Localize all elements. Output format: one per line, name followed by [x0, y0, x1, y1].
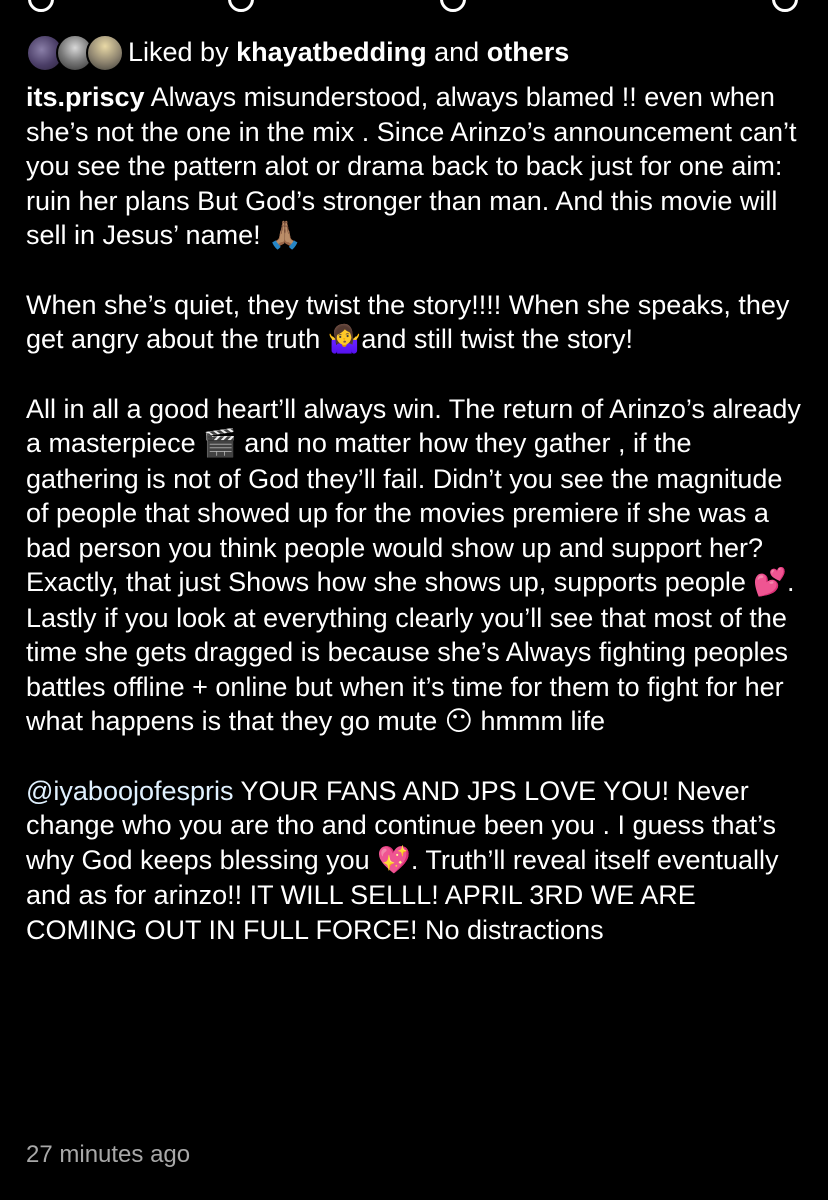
post-timestamp: 27 minutes ago [26, 1141, 191, 1168]
sparkling-heart-emoji-icon: 💖 [377, 844, 411, 876]
carousel-dot-icon [440, 0, 466, 12]
shrugging-emoji-icon: 🤷‍♀️ [327, 324, 362, 355]
likes-summary[interactable]: Liked by khayatbedding and others [128, 30, 569, 74]
heart-icon[interactable] [28, 0, 54, 12]
caption-paragraph-2: When she’s quiet, they twist the story!!… [26, 288, 811, 358]
clapper-board-emoji-icon: 🎬 [203, 428, 237, 459]
caption-text-3d: hmmm life [480, 706, 605, 736]
post-caption: its.priscy Always misunderstood, always … [26, 80, 811, 981]
liker-avatars[interactable] [26, 32, 126, 72]
caption-username[interactable]: its.priscy [26, 82, 145, 112]
caption-paragraph-4: @iyaboojofespris YOUR FANS AND JPS LOVE … [26, 774, 811, 948]
likes-row[interactable]: Liked by khayatbedding and others [26, 30, 569, 74]
caption-text-2b: and still twist the story! [361, 324, 633, 354]
comment-icon[interactable] [228, 0, 254, 12]
likes-prefix: Liked by [128, 37, 229, 67]
likes-others-link[interactable]: others [487, 37, 570, 67]
mention-link[interactable]: @iyaboojofespris [26, 776, 234, 806]
caption-paragraph-3: All in all a good heart’ll always win. T… [26, 392, 811, 740]
two-hearts-emoji-icon: 💕 [753, 567, 788, 598]
likes-and: and [434, 37, 480, 67]
liker-username[interactable]: khayatbedding [236, 37, 427, 67]
praying-hands-emoji-icon: 🙏🏽 [268, 220, 302, 251]
avatar [86, 34, 124, 72]
no-mouth-face-emoji-icon: 😶 [444, 706, 473, 737]
top-cutoff-icons [0, 0, 828, 18]
caption-paragraph-1: its.priscy Always misunderstood, always … [26, 80, 811, 254]
bookmark-icon[interactable] [772, 0, 798, 12]
